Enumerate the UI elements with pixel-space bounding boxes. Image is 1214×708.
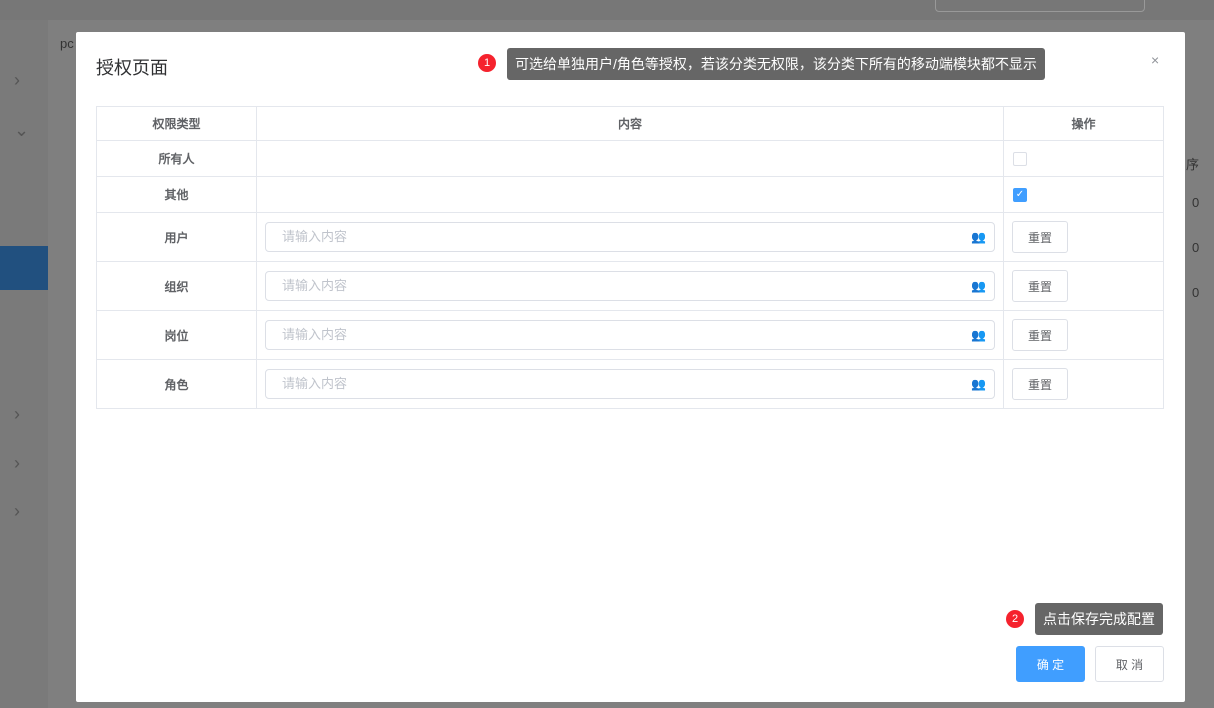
row-type: 组织 (96, 261, 257, 311)
table-row: 所有人 (96, 140, 1164, 177)
guide-tooltip: 可选给单独用户/角色等授权，若该分类无权限，该分类下所有的移动端模块都不显示 (507, 48, 1045, 80)
chevron-down-icon[interactable]: ⌄ (14, 120, 29, 141)
chevron-right-icon[interactable]: › (14, 404, 20, 425)
tip-badge: 2 (1006, 610, 1024, 628)
close-icon[interactable]: × (1151, 52, 1159, 68)
header-type: 权限类型 (96, 106, 257, 141)
table-row: 其他 ✓ (96, 176, 1164, 213)
users-icon[interactable]: 👥 (971, 321, 986, 349)
input-placeholder: 请输入内容 (282, 278, 348, 293)
input-placeholder: 请输入内容 (282, 327, 348, 342)
authorization-dialog: 授权页面 × 权限类型 内容 操作 所有人 其他 ✓ 用户 请输入内容 👥 重置 … (76, 32, 1185, 702)
input-placeholder: 请输入内容 (282, 229, 348, 244)
chevron-right-icon[interactable]: › (14, 501, 20, 522)
reset-button[interactable]: 重置 (1012, 368, 1068, 400)
header-content: 内容 (256, 106, 1004, 141)
owner-checkbox[interactable] (1013, 152, 1027, 166)
background-column-header: 序 (1186, 157, 1200, 172)
dialog-title: 授权页面 (96, 58, 168, 78)
guide-tooltip: 点击保存完成配置 (1035, 603, 1163, 635)
organization-input[interactable]: 请输入内容 👥 (265, 271, 995, 301)
background-tab: pc (60, 36, 74, 51)
users-icon[interactable]: 👥 (971, 272, 986, 300)
table-row: 角色 请输入内容 👥 重置 (96, 359, 1164, 409)
header-search-box[interactable] (935, 0, 1145, 12)
row-type: 其他 (96, 176, 257, 213)
background-cell: 0 (1192, 195, 1200, 210)
reset-button[interactable]: 重置 (1012, 221, 1068, 253)
tip-badge: 1 (478, 54, 496, 72)
confirm-button[interactable]: 确 定 (1016, 646, 1085, 682)
position-input[interactable]: 请输入内容 👥 (265, 320, 995, 350)
input-placeholder: 请输入内容 (282, 376, 348, 391)
table-row: 组织 请输入内容 👥 重置 (96, 261, 1164, 311)
background-cell: 0 (1192, 285, 1200, 300)
row-type: 用户 (96, 212, 257, 262)
permission-table: 权限类型 内容 操作 所有人 其他 ✓ 用户 请输入内容 👥 重置 组织 请输入内… (96, 106, 1164, 409)
users-icon[interactable]: 👥 (971, 223, 986, 251)
background-cell: 0 (1192, 240, 1200, 255)
row-type: 角色 (96, 359, 257, 409)
chevron-right-icon[interactable]: › (14, 70, 20, 91)
reset-button[interactable]: 重置 (1012, 270, 1068, 302)
sidebar-active-item[interactable] (0, 246, 48, 290)
table-row: 用户 请输入内容 👥 重置 (96, 212, 1164, 262)
other-checkbox[interactable]: ✓ (1013, 188, 1027, 202)
role-input[interactable]: 请输入内容 👥 (265, 369, 995, 399)
row-type: 岗位 (96, 310, 257, 360)
header-action: 操作 (1003, 106, 1164, 141)
table-header: 权限类型 内容 操作 (96, 106, 1164, 141)
table-row: 岗位 请输入内容 👥 重置 (96, 310, 1164, 360)
row-type: 所有人 (96, 140, 257, 177)
user-input[interactable]: 请输入内容 👥 (265, 222, 995, 252)
users-icon[interactable]: 👥 (971, 370, 986, 398)
reset-button[interactable]: 重置 (1012, 319, 1068, 351)
cancel-button[interactable]: 取 消 (1095, 646, 1164, 682)
chevron-right-icon[interactable]: › (14, 453, 20, 474)
